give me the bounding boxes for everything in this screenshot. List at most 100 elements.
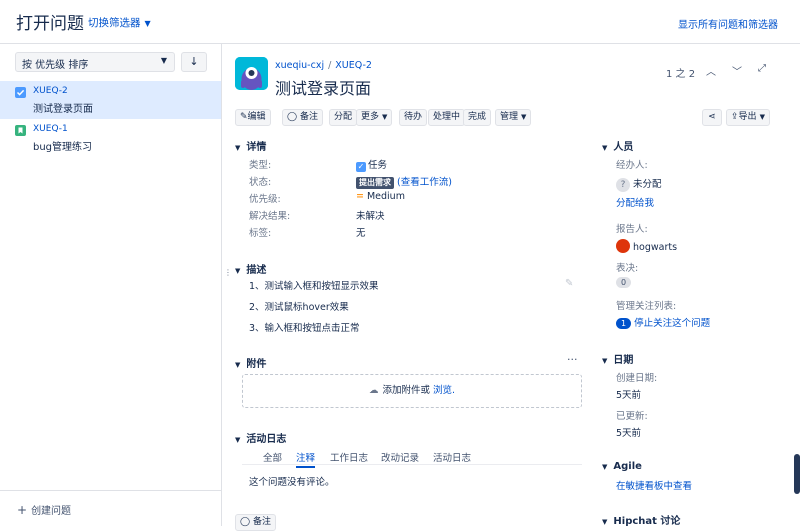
- todo-button[interactable]: 待办: [399, 109, 428, 126]
- watchers-badge[interactable]: 1: [616, 318, 632, 329]
- agile-heading[interactable]: ▼ Agile: [602, 461, 642, 472]
- collapse-triangle-icon: ▼: [602, 518, 608, 526]
- issue-title: 测试登录页面: [275, 79, 372, 98]
- more-options-icon[interactable]: ···: [567, 353, 578, 366]
- divider: [242, 464, 582, 465]
- list-item[interactable]: XUEQ-2 测试登录页面: [0, 81, 221, 119]
- tab-comments[interactable]: 注释: [296, 450, 316, 468]
- priority-value-text: Medium: [366, 191, 405, 202]
- create-issue-button[interactable]: + 创建问题: [17, 502, 71, 517]
- tab-all[interactable]: 全部: [263, 450, 282, 464]
- details-heading[interactable]: ▼ 详情: [235, 138, 266, 153]
- status-value: 提出需求 (查看工作流): [356, 174, 452, 189]
- comment-icon: ◯: [287, 112, 300, 122]
- create-issue-label: 创建问题: [31, 506, 72, 517]
- labels-value: 无: [356, 228, 366, 239]
- collapse-triangle-icon: ▼: [235, 267, 241, 275]
- resize-handle[interactable]: ⋮: [224, 268, 232, 277]
- votes-badge[interactable]: 0: [616, 277, 632, 288]
- story-icon: [15, 125, 26, 136]
- resolution-label: 解决结果:: [249, 211, 291, 222]
- sort-select[interactable]: 按 优先级 排序 ▼: [15, 52, 175, 72]
- type-label: 类型:: [249, 160, 272, 171]
- status-label: 状态:: [249, 177, 272, 188]
- add-comment-button[interactable]: ◯ 备注: [235, 514, 276, 531]
- resolution-value: 未解决: [356, 211, 385, 222]
- votes-value: 0: [616, 277, 632, 288]
- upload-cloud-icon: ☁: [368, 385, 379, 396]
- browse-link[interactable]: 浏览.: [433, 385, 455, 396]
- collapse-triangle-icon: ▼: [602, 357, 608, 365]
- reporter-value: hogwarts: [616, 239, 677, 253]
- chevron-down-icon: ▼: [382, 113, 388, 121]
- assign-button[interactable]: 分配: [329, 109, 358, 126]
- attachments-heading-label: 附件: [246, 359, 267, 370]
- assignee-text: 未分配: [633, 179, 662, 190]
- in-progress-button[interactable]: 处理中: [428, 109, 466, 126]
- issue-key-link[interactable]: XUEQ-2: [335, 60, 372, 71]
- view-on-board-link[interactable]: 在敏捷看板中查看: [616, 478, 692, 492]
- sort-label: 按 优先级 排序: [22, 60, 89, 71]
- description-line: 1、测试输入框和按钮显示效果: [249, 281, 379, 292]
- list-item[interactable]: XUEQ-1 bug管理练习: [0, 119, 221, 157]
- more-button[interactable]: 更多 ▼: [356, 109, 393, 126]
- tab-activity[interactable]: 活动日志: [433, 450, 471, 464]
- activity-heading[interactable]: ▼ 活动日志: [235, 430, 286, 445]
- reporter-label: 报告人:: [616, 224, 648, 235]
- type-value-text: 任务: [368, 160, 388, 171]
- expand-icon[interactable]: ⤢: [758, 63, 766, 74]
- description-line: 2、测试鼠标hover效果: [249, 302, 349, 313]
- top-header: 打开问题 切换筛选器 ▼ 显示所有问题和筛选器: [0, 0, 800, 44]
- no-comments-text: 这个问题没有评论。: [249, 477, 335, 488]
- tab-history[interactable]: 改动记录: [381, 450, 419, 464]
- tab-worklog[interactable]: 工作日志: [330, 450, 368, 464]
- chevron-down-icon: ▼: [160, 56, 167, 65]
- type-value: ✓ 任务: [356, 157, 387, 172]
- collapse-triangle-icon: ▼: [602, 144, 608, 152]
- collapse-triangle-icon: ▼: [602, 463, 608, 471]
- done-button[interactable]: 完成: [463, 109, 492, 126]
- watchers-value: 1 停止关注这个问题: [616, 315, 710, 329]
- filter-switch-button[interactable]: 切换筛选器 ▼: [88, 15, 151, 30]
- hipchat-heading[interactable]: ▼ Hipchat 讨论: [602, 512, 680, 527]
- more-label: 更多: [361, 112, 380, 122]
- edit-label: 编辑: [247, 112, 266, 122]
- breadcrumb-separator: /: [328, 60, 332, 71]
- dates-heading[interactable]: ▼ 日期: [602, 351, 633, 366]
- project-link[interactable]: xueqiu-cxj: [275, 60, 324, 71]
- details-heading-label: 详情: [246, 142, 267, 153]
- show-all-issues-link[interactable]: 显示所有问题和筛选器: [678, 16, 778, 31]
- share-icon[interactable]: ⋖: [702, 109, 722, 126]
- stop-watching-link[interactable]: 停止关注这个问题: [634, 318, 710, 329]
- avatar: [616, 239, 630, 253]
- edit-button[interactable]: ✎编辑: [235, 109, 271, 126]
- export-button[interactable]: ⇪导出 ▼: [726, 109, 770, 126]
- attachments-heading[interactable]: ▼ 附件: [235, 355, 266, 370]
- updated-value: 5天前: [616, 428, 642, 439]
- admin-label: 管理: [500, 112, 519, 122]
- view-workflow-link[interactable]: (查看工作流): [397, 177, 452, 188]
- issue-summary: bug管理练习: [33, 142, 93, 153]
- people-heading[interactable]: ▼ 人员: [602, 138, 633, 153]
- labels-label: 标签:: [249, 228, 272, 239]
- created-value: 5天前: [616, 390, 642, 401]
- breadcrumb: xueqiu-cxj / XUEQ-2: [275, 60, 372, 71]
- description-heading[interactable]: ▼ 描述: [235, 261, 266, 276]
- activity-heading-label: 活动日志: [246, 434, 287, 445]
- assignee-label: 经办人:: [616, 160, 648, 171]
- page-title: 打开问题: [16, 14, 84, 34]
- sort-direction-button[interactable]: ↓: [181, 52, 207, 72]
- collapse-triangle-icon: ▼: [235, 361, 241, 369]
- agile-heading-label: Agile: [613, 461, 642, 472]
- watchers-label: 管理关注列表:: [616, 301, 677, 312]
- admin-button[interactable]: 管理 ▼: [495, 109, 532, 126]
- comment-button[interactable]: ◯ 备注: [282, 109, 323, 126]
- chevron-up-icon[interactable]: ︿: [706, 63, 716, 78]
- priority-value: = Medium: [356, 191, 405, 202]
- attachment-dropzone[interactable]: ☁ 添加附件或 浏览.: [242, 374, 582, 408]
- export-icon: ⇪: [731, 112, 739, 122]
- edit-pencil-icon[interactable]: ✎: [565, 278, 573, 289]
- scrollbar[interactable]: [794, 454, 800, 494]
- chevron-down-icon[interactable]: ﹀: [732, 63, 742, 78]
- assign-to-me-link[interactable]: 分配给我: [616, 195, 654, 209]
